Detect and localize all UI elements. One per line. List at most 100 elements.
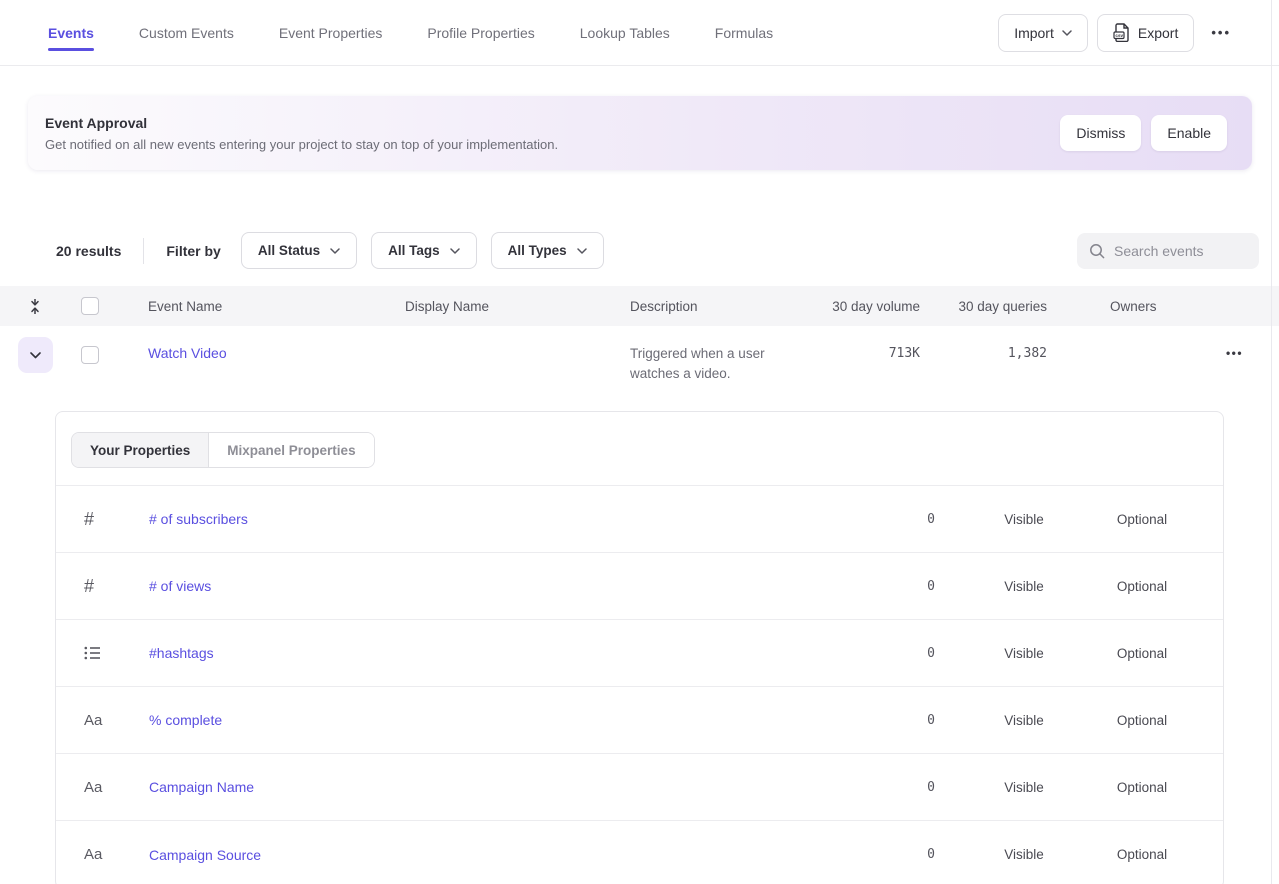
number-property-icon: # xyxy=(84,576,94,597)
property-row: Aa Campaign Name 0 Visible Optional xyxy=(56,754,1223,821)
banner-text: Event Approval Get notified on all new e… xyxy=(45,115,558,152)
csv-file-icon: csv xyxy=(1113,23,1130,42)
property-visibility: Visible xyxy=(965,646,1083,661)
property-value: 0 xyxy=(875,780,965,795)
property-row: Aa % complete 0 Visible Optional xyxy=(56,687,1223,754)
property-value: 0 xyxy=(875,579,965,594)
search-events-box[interactable] xyxy=(1077,233,1259,269)
tab-profile-properties[interactable]: Profile Properties xyxy=(427,0,534,65)
property-requirement: Optional xyxy=(1083,646,1201,661)
property-visibility: Visible xyxy=(965,780,1083,795)
import-button-label: Import xyxy=(1014,25,1054,41)
row-more-button[interactable]: ••• xyxy=(1220,336,1249,370)
export-button[interactable]: csv Export xyxy=(1097,14,1194,52)
property-visibility: Visible xyxy=(965,579,1083,594)
property-value: 0 xyxy=(875,847,965,862)
number-property-icon: # xyxy=(84,509,94,530)
chevron-down-icon xyxy=(30,352,41,359)
tags-filter-value: All Tags xyxy=(388,243,440,258)
results-count: 20 results xyxy=(56,243,121,259)
header-display-name: Display Name xyxy=(405,299,630,314)
text-property-icon: Aa xyxy=(84,712,102,729)
nav-actions: Import csv Export ••• xyxy=(998,14,1239,52)
property-name-link[interactable]: Campaign Name xyxy=(149,779,254,795)
tab-custom-events[interactable]: Custom Events xyxy=(139,0,234,65)
property-requirement: Optional xyxy=(1083,713,1201,728)
tags-filter-dropdown[interactable]: All Tags xyxy=(371,232,477,269)
row-checkbox[interactable] xyxy=(81,346,99,364)
header-description: Description xyxy=(630,299,820,314)
property-name-link[interactable]: # of subscribers xyxy=(149,511,248,527)
property-value: 0 xyxy=(875,512,965,527)
events-table-header: Event Name Display Name Description 30 d… xyxy=(0,286,1279,326)
property-row: Aa Campaign Source 0 Visible Optional xyxy=(56,821,1223,884)
property-name-link[interactable]: # of views xyxy=(149,578,211,594)
property-requirement: Optional xyxy=(1083,847,1201,862)
lexicon-events-page: Events Custom Events Event Properties Pr… xyxy=(0,0,1279,884)
event-name-link[interactable]: Watch Video xyxy=(148,345,227,361)
property-visibility: Visible xyxy=(965,512,1083,527)
types-filter-dropdown[interactable]: All Types xyxy=(491,232,604,269)
banner-actions: Dismiss Enable xyxy=(1060,115,1227,151)
dismiss-button[interactable]: Dismiss xyxy=(1060,115,1141,151)
property-value: 0 xyxy=(875,713,965,728)
chevron-down-icon xyxy=(330,248,340,254)
top-navigation: Events Custom Events Event Properties Pr… xyxy=(0,0,1279,66)
chevron-down-icon xyxy=(1062,30,1072,36)
tab-mixpanel-properties[interactable]: Mixpanel Properties xyxy=(209,433,373,467)
header-volume: 30 day volume xyxy=(820,299,920,314)
banner-description: Get notified on all new events entering … xyxy=(45,137,558,152)
filter-by-label: Filter by xyxy=(166,243,220,259)
tab-your-properties[interactable]: Your Properties xyxy=(72,433,209,467)
event-queries: 1,382 xyxy=(920,326,1047,361)
property-requirement: Optional xyxy=(1083,780,1201,795)
search-icon xyxy=(1089,243,1105,259)
types-filter-value: All Types xyxy=(508,243,567,258)
chevron-down-icon xyxy=(450,248,460,254)
search-events-input[interactable] xyxy=(1114,243,1247,259)
nav-tab-list: Events Custom Events Event Properties Pr… xyxy=(48,0,773,65)
filters-toolbar: 20 results Filter by All Status All Tags… xyxy=(56,232,1259,269)
event-row-watch-video: Watch Video Triggered when a user watche… xyxy=(0,326,1279,411)
tab-formulas[interactable]: Formulas xyxy=(715,0,773,65)
property-requirement: Optional xyxy=(1083,512,1201,527)
property-name-link[interactable]: % complete xyxy=(149,712,222,728)
property-row: # # of subscribers 0 Visible Optional xyxy=(56,486,1223,553)
collapse-row-button[interactable] xyxy=(18,337,53,373)
property-visibility: Visible xyxy=(965,713,1083,728)
header-owners: Owners xyxy=(1047,299,1190,314)
text-property-icon: Aa xyxy=(84,779,102,796)
toolbar-divider xyxy=(143,238,144,264)
property-requirement: Optional xyxy=(1083,579,1201,594)
filter-dropdowns: All Status All Tags All Types xyxy=(241,232,604,269)
chevron-down-icon xyxy=(577,248,587,254)
status-filter-dropdown[interactable]: All Status xyxy=(241,232,357,269)
import-button[interactable]: Import xyxy=(998,14,1088,52)
list-property-icon xyxy=(84,646,102,660)
property-visibility: Visible xyxy=(965,847,1083,862)
tab-events[interactable]: Events xyxy=(48,0,94,65)
property-name-link[interactable]: Campaign Source xyxy=(149,847,261,863)
status-filter-value: All Status xyxy=(258,243,320,258)
property-name-link[interactable]: #hashtags xyxy=(149,645,214,661)
properties-tab-bar: Your Properties Mixpanel Properties xyxy=(56,412,1223,485)
property-list: # # of subscribers 0 Visible Optional # … xyxy=(56,485,1223,884)
scrollbar-track-edge xyxy=(1271,0,1272,884)
tab-lookup-tables[interactable]: Lookup Tables xyxy=(580,0,670,65)
svg-text:csv: csv xyxy=(1115,33,1123,38)
tab-event-properties[interactable]: Event Properties xyxy=(279,0,383,65)
collapse-all-button[interactable] xyxy=(0,298,70,315)
header-queries: 30 day queries xyxy=(920,299,1047,314)
property-row: #hashtags 0 Visible Optional xyxy=(56,620,1223,687)
event-volume: 713K xyxy=(820,326,920,361)
banner-title: Event Approval xyxy=(45,115,558,131)
export-button-label: Export xyxy=(1138,25,1178,41)
nav-more-button[interactable]: ••• xyxy=(1203,14,1239,52)
properties-tabs: Your Properties Mixpanel Properties xyxy=(71,432,375,468)
event-description: Triggered when a user watches a video. xyxy=(630,326,815,384)
collapse-all-icon xyxy=(29,298,41,315)
select-all-checkbox[interactable] xyxy=(81,297,99,315)
property-value: 0 xyxy=(875,646,965,661)
property-row: # # of views 0 Visible Optional xyxy=(56,553,1223,620)
enable-button[interactable]: Enable xyxy=(1151,115,1227,151)
